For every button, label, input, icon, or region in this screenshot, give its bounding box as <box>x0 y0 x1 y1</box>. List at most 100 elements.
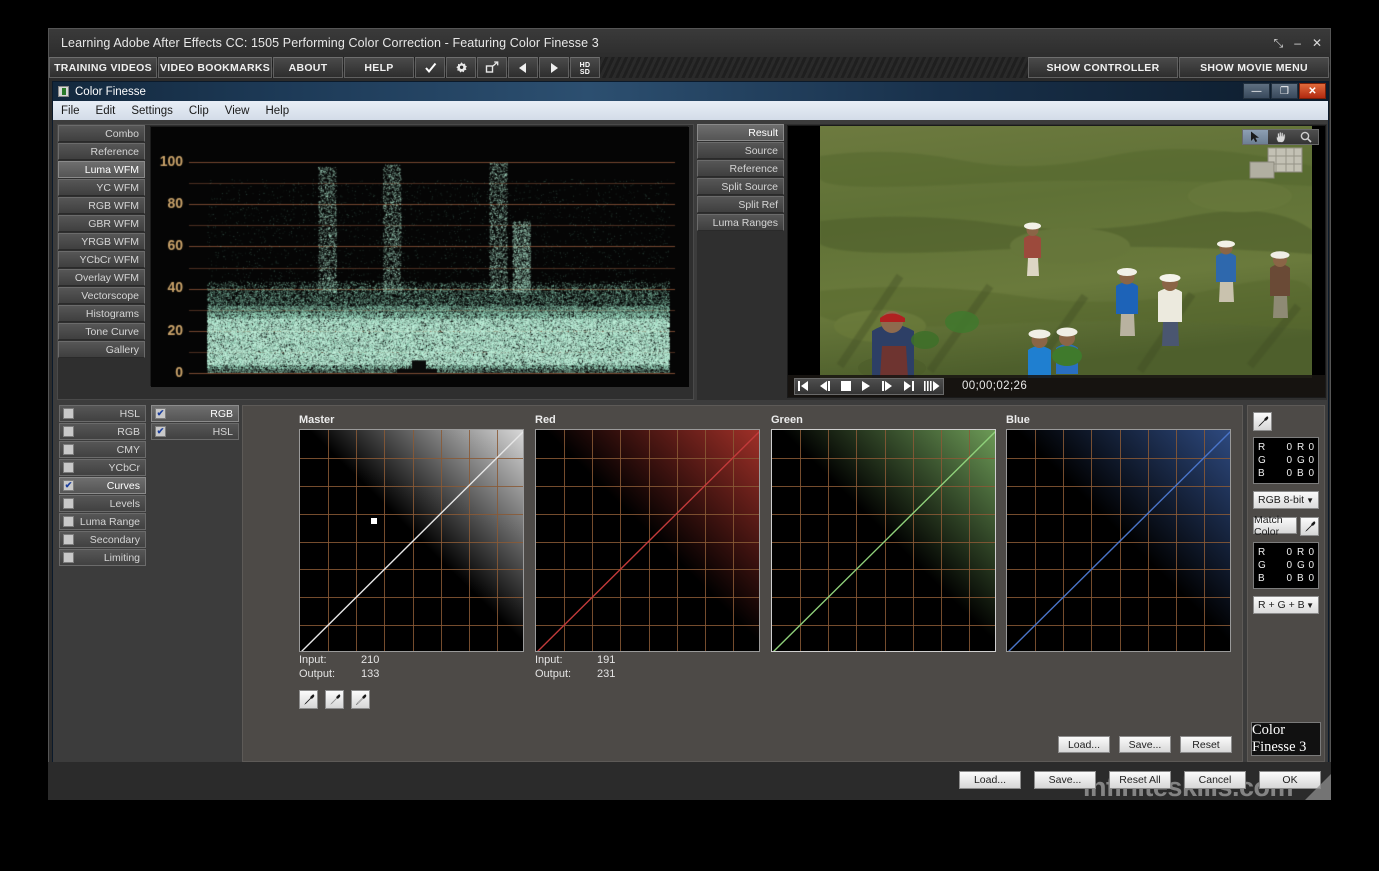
gear-icon[interactable] <box>446 57 476 78</box>
submode-rgb[interactable]: ✔RGB <box>151 405 239 422</box>
menu-view[interactable]: View <box>225 105 250 117</box>
mode-hsl[interactable]: ✔HSL <box>59 405 146 422</box>
mode-secondary[interactable]: ✔Secondary <box>59 531 146 548</box>
go-to-start-icon[interactable] <box>798 381 809 391</box>
mode-levels[interactable]: ✔Levels <box>59 495 146 512</box>
curve-control-point[interactable] <box>371 518 377 524</box>
checkbox[interactable]: ✔ <box>63 462 74 473</box>
scope-tab-tone-curve[interactable]: Tone Curve <box>58 323 145 340</box>
hd-sd-icon[interactable]: HDSD <box>570 57 600 78</box>
luma-waveform-panel[interactable] <box>150 126 688 386</box>
master-curve-grid[interactable] <box>299 429 524 652</box>
step-back-icon[interactable] <box>819 381 831 391</box>
dialog-load-button[interactable]: Load... <box>959 771 1021 789</box>
scope-tab-gallery[interactable]: Gallery <box>58 341 145 358</box>
video-preview-panel[interactable]: 00;00;02;26 <box>787 125 1326 398</box>
scope-tab-histograms[interactable]: Histograms <box>58 305 145 322</box>
red-curve-grid[interactable] <box>535 429 760 652</box>
play-icon[interactable] <box>861 381 871 391</box>
checkbox[interactable]: ✔ <box>63 426 74 437</box>
expand-icon[interactable] <box>477 57 507 78</box>
arrow-tool-icon[interactable] <box>1243 130 1268 144</box>
scope-tab-combo[interactable]: Combo <box>58 125 145 142</box>
show-movie-menu-button[interactable]: SHOW MOVIE MENU <box>1179 57 1329 78</box>
gray-point-eyedropper-icon[interactable] <box>325 690 344 709</box>
match-eyedropper-icon[interactable] <box>1300 517 1319 536</box>
match-color-button[interactable]: Match Color <box>1253 517 1297 534</box>
dialog-save-button[interactable]: Save... <box>1034 771 1096 789</box>
menu-clip[interactable]: Clip <box>189 105 209 117</box>
checkbox[interactable]: ✔ <box>63 534 74 545</box>
check-icon[interactable] <box>415 57 445 78</box>
scope-tab-luma-wfm[interactable]: Luma WFM <box>58 161 145 178</box>
blue-curve-grid[interactable] <box>1006 429 1231 652</box>
curves-reset-button[interactable]: Reset <box>1180 736 1232 753</box>
curves-load-button[interactable]: Load... <box>1058 736 1110 753</box>
scope-tab-gbr-wfm[interactable]: GBR WFM <box>58 215 145 232</box>
checkbox[interactable]: ✔ <box>155 426 166 437</box>
step-forward-icon[interactable] <box>881 381 893 391</box>
checkbox[interactable]: ✔ <box>63 498 74 509</box>
minimize-icon[interactable]: – <box>1294 37 1301 49</box>
svg-text:SD: SD <box>580 69 590 76</box>
next-icon[interactable] <box>539 57 569 78</box>
restore-icon[interactable]: ⤡ <box>1274 37 1284 49</box>
cf-maximize-icon[interactable]: ❐ <box>1271 83 1298 99</box>
curves-save-button[interactable]: Save... <box>1119 736 1171 753</box>
mode-cmy[interactable]: ✔CMY <box>59 441 146 458</box>
cf-minimize-icon[interactable]: — <box>1243 83 1270 99</box>
cf-close-icon[interactable]: ✕ <box>1299 83 1326 99</box>
mode-curves[interactable]: ✔Curves <box>59 477 146 494</box>
scope-tab-yc-wfm[interactable]: YC WFM <box>58 179 145 196</box>
help-button[interactable]: HELP <box>344 57 414 78</box>
menu-edit[interactable]: Edit <box>96 105 116 117</box>
color-space-dropdown[interactable]: RGB 8-bit ▼ <box>1253 491 1319 509</box>
dialog-reset-all-button[interactable]: Reset All <box>1109 771 1171 789</box>
fast-forward-icon[interactable] <box>924 381 940 391</box>
dialog-cancel-button[interactable]: Cancel <box>1184 771 1246 789</box>
white-point-eyedropper-icon[interactable] <box>351 690 370 709</box>
checkbox[interactable]: ✔ <box>63 516 74 527</box>
match-mode-dropdown[interactable]: R + G + B ▼ <box>1253 596 1319 614</box>
preview-tab-reference[interactable]: Reference <box>697 160 784 177</box>
hand-tool-icon[interactable] <box>1268 130 1293 144</box>
zoom-tool-icon[interactable] <box>1293 130 1318 144</box>
show-controller-button[interactable]: SHOW CONTROLLER <box>1028 57 1178 78</box>
checkbox[interactable]: ✔ <box>63 444 74 455</box>
menu-help[interactable]: Help <box>265 105 289 117</box>
color-info-column: R0R0G0G0B0B0 RGB 8-bit ▼ Match Color R0R… <box>1247 405 1325 762</box>
scope-tab-rgb-wfm[interactable]: RGB WFM <box>58 197 145 214</box>
submode-hsl[interactable]: ✔HSL <box>151 423 239 440</box>
previous-icon[interactable] <box>508 57 538 78</box>
scope-tab-overlay-wfm[interactable]: Overlay WFM <box>58 269 145 286</box>
preview-tab-luma-ranges[interactable]: Luma Ranges <box>697 214 784 231</box>
scope-tab-vectorscope[interactable]: Vectorscope <box>58 287 145 304</box>
mode-luma-range[interactable]: ✔Luma Range <box>59 513 146 530</box>
scope-tab-ycbcr-wfm[interactable]: YCbCr WFM <box>58 251 145 268</box>
checkbox[interactable]: ✔ <box>63 408 74 419</box>
stop-icon[interactable] <box>841 381 851 391</box>
go-to-end-icon[interactable] <box>903 381 914 391</box>
mode-limiting[interactable]: ✔Limiting <box>59 549 146 566</box>
menu-settings[interactable]: Settings <box>131 105 173 117</box>
scope-tab-yrgb-wfm[interactable]: YRGB WFM <box>58 233 145 250</box>
training-videos-button[interactable]: TRAINING VIDEOS <box>49 57 157 78</box>
about-button[interactable]: ABOUT <box>273 57 343 78</box>
video-bookmarks-button[interactable]: VIDEO BOOKMARKS <box>158 57 272 78</box>
preview-tab-split-ref[interactable]: Split Ref <box>697 196 784 213</box>
checkbox[interactable]: ✔ <box>155 408 166 419</box>
checkbox[interactable]: ✔ <box>63 480 74 491</box>
black-point-eyedropper-icon[interactable] <box>299 690 318 709</box>
preview-tab-split-source[interactable]: Split Source <box>697 178 784 195</box>
sample-eyedropper-icon[interactable] <box>1253 412 1272 431</box>
mode-ycbcr[interactable]: ✔YCbCr <box>59 459 146 476</box>
preview-tab-source[interactable]: Source <box>697 142 784 159</box>
green-curve-grid[interactable] <box>771 429 996 652</box>
menu-file[interactable]: File <box>61 105 80 117</box>
preview-tab-result[interactable]: Result <box>697 124 784 141</box>
waveform-canvas[interactable] <box>151 127 689 387</box>
checkbox[interactable]: ✔ <box>63 552 74 563</box>
mode-rgb[interactable]: ✔RGB <box>59 423 146 440</box>
scope-tab-reference[interactable]: Reference <box>58 143 145 160</box>
close-icon[interactable]: ✕ <box>1312 37 1322 49</box>
